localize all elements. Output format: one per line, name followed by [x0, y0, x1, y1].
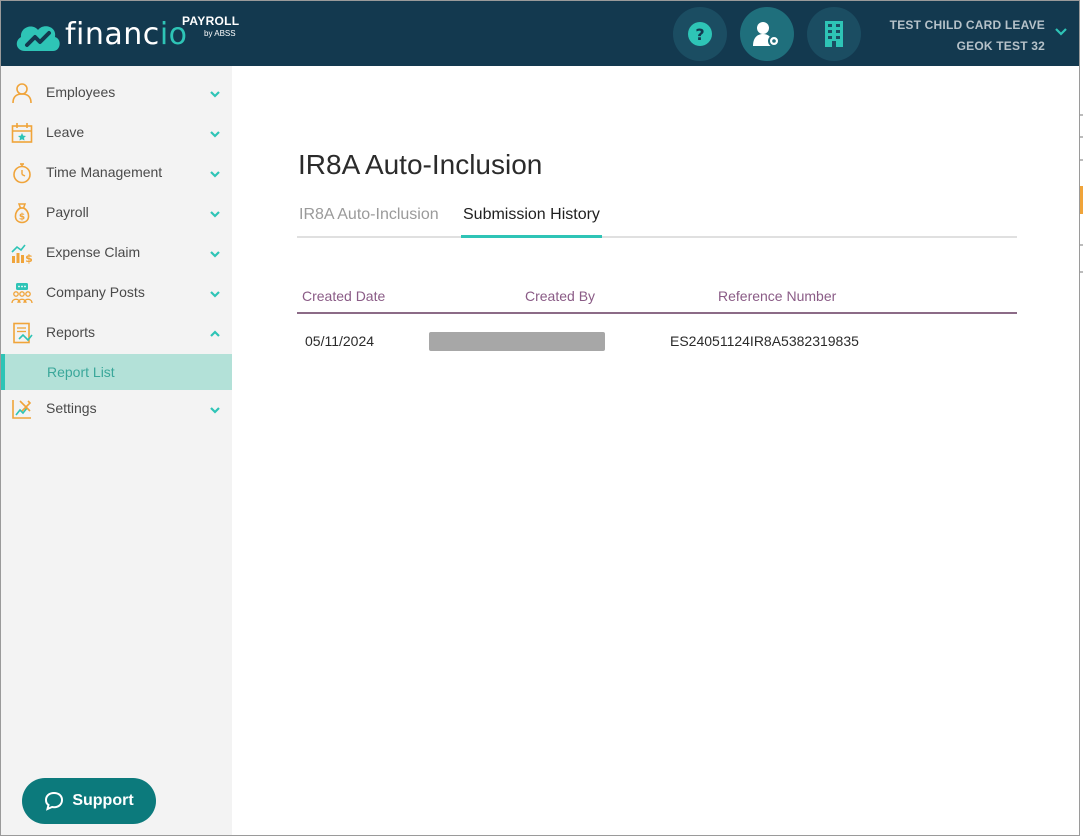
tab-submission-history[interactable]: Submission History	[463, 206, 600, 224]
sidebar-item-label: Employees	[46, 84, 116, 100]
sidebar-item-label: Leave	[46, 124, 85, 140]
question-icon: ?	[688, 22, 712, 46]
sidebar-subitem-label: Report List	[47, 364, 115, 380]
chevron-up-icon	[210, 330, 220, 337]
sidebar-item-time-management[interactable]: Time Management	[1, 153, 232, 193]
app-window: financio PAYROLL by ABSS ? TEST CHILD CA…	[0, 0, 1080, 836]
logo-wordmark: financio	[65, 17, 188, 52]
report-icon	[13, 322, 33, 344]
submission-history-table: Created Date Created By Reference Number…	[297, 281, 1017, 362]
svg-text:?: ?	[695, 25, 704, 44]
sidebar: Employees Leave Time Management $ Payrol…	[1, 66, 232, 835]
cell-reference-number: ES24051124IR8A5382319835	[670, 333, 859, 349]
people-chat-icon	[11, 283, 33, 304]
chevron-down-icon[interactable]	[1054, 27, 1068, 37]
admin-settings-button[interactable]	[740, 7, 794, 61]
sidebar-subitem-report-list[interactable]: Report List	[1, 354, 232, 390]
sidebar-item-payroll[interactable]: $ Payroll	[1, 193, 232, 233]
chat-bubble-icon	[45, 791, 64, 811]
calendar-icon	[11, 123, 33, 143]
sidebar-item-reports[interactable]: Reports	[1, 313, 232, 353]
chevron-down-icon	[210, 211, 220, 218]
sidebar-item-label: Payroll	[46, 204, 89, 220]
company-name: TEST CHILD CARD LEAVE	[889, 18, 1045, 32]
sidebar-item-label: Settings	[46, 400, 97, 416]
sidebar-item-label: Company Posts	[46, 284, 145, 300]
chevron-down-icon	[210, 407, 220, 414]
tab-ir8a-auto-inclusion[interactable]: IR8A Auto-Inclusion	[299, 206, 439, 224]
column-header-created-by[interactable]: Created By	[525, 288, 595, 304]
column-header-created-date[interactable]: Created Date	[302, 288, 385, 304]
cell-created-date: 05/11/2024	[305, 333, 375, 349]
sidebar-item-leave[interactable]: Leave	[1, 113, 232, 153]
top-bar: financio PAYROLL by ABSS ? TEST CHILD CA…	[1, 1, 1079, 66]
company-button[interactable]	[807, 7, 861, 61]
support-label: Support	[72, 792, 134, 809]
cell-created-by-redacted	[429, 332, 605, 351]
financio-logo[interactable]: financio PAYROLL by ABSS	[13, 14, 253, 55]
chevron-down-icon	[210, 131, 220, 138]
sidebar-item-employees[interactable]: Employees	[1, 73, 232, 113]
table-header: Created Date Created By Reference Number	[297, 281, 1017, 314]
money-bag-icon: $	[14, 203, 30, 224]
stopwatch-icon	[13, 163, 31, 184]
sidebar-item-label: Time Management	[46, 164, 163, 180]
user-gear-icon	[753, 22, 780, 47]
expense-chart-icon: $	[11, 244, 33, 264]
building-icon	[825, 21, 843, 47]
settings-tools-icon	[12, 400, 32, 419]
svg-text:$: $	[25, 252, 33, 264]
chevron-down-icon	[210, 251, 220, 258]
sidebar-item-label: Reports	[46, 324, 96, 340]
help-button[interactable]: ?	[673, 7, 727, 61]
sidebar-item-expense-claim[interactable]: $ Expense Claim	[1, 233, 232, 273]
svg-text:$: $	[19, 213, 25, 223]
column-header-reference-number[interactable]: Reference Number	[718, 288, 836, 304]
active-tab-indicator	[461, 235, 602, 238]
sidebar-item-settings[interactable]: Settings	[1, 389, 232, 429]
page-title: IR8A Auto-Inclusion	[298, 149, 543, 180]
sidebar-item-company-posts[interactable]: Company Posts	[1, 273, 232, 313]
table-row[interactable]: 05/11/2024 ES24051124IR8A5382319835	[297, 314, 1017, 362]
chevron-down-icon	[210, 171, 220, 178]
window-edge-artifacts	[1080, 114, 1083, 273]
support-button[interactable]: Support	[22, 778, 156, 824]
chevron-down-icon	[210, 291, 220, 298]
sidebar-item-label: Expense Claim	[46, 244, 141, 260]
cloud-logo-icon	[16, 26, 60, 51]
logo-by-line: by ABSS	[204, 29, 236, 38]
person-icon	[12, 83, 32, 104]
tab-bar: IR8A Auto-Inclusion Submission History	[297, 201, 1017, 238]
logo-product-name: PAYROLL	[182, 14, 240, 28]
user-name: GEOK TEST 32	[956, 39, 1045, 53]
user-company-info[interactable]: TEST CHILD CARD LEAVE GEOK TEST 32	[890, 15, 1045, 57]
chevron-down-icon	[210, 91, 220, 98]
